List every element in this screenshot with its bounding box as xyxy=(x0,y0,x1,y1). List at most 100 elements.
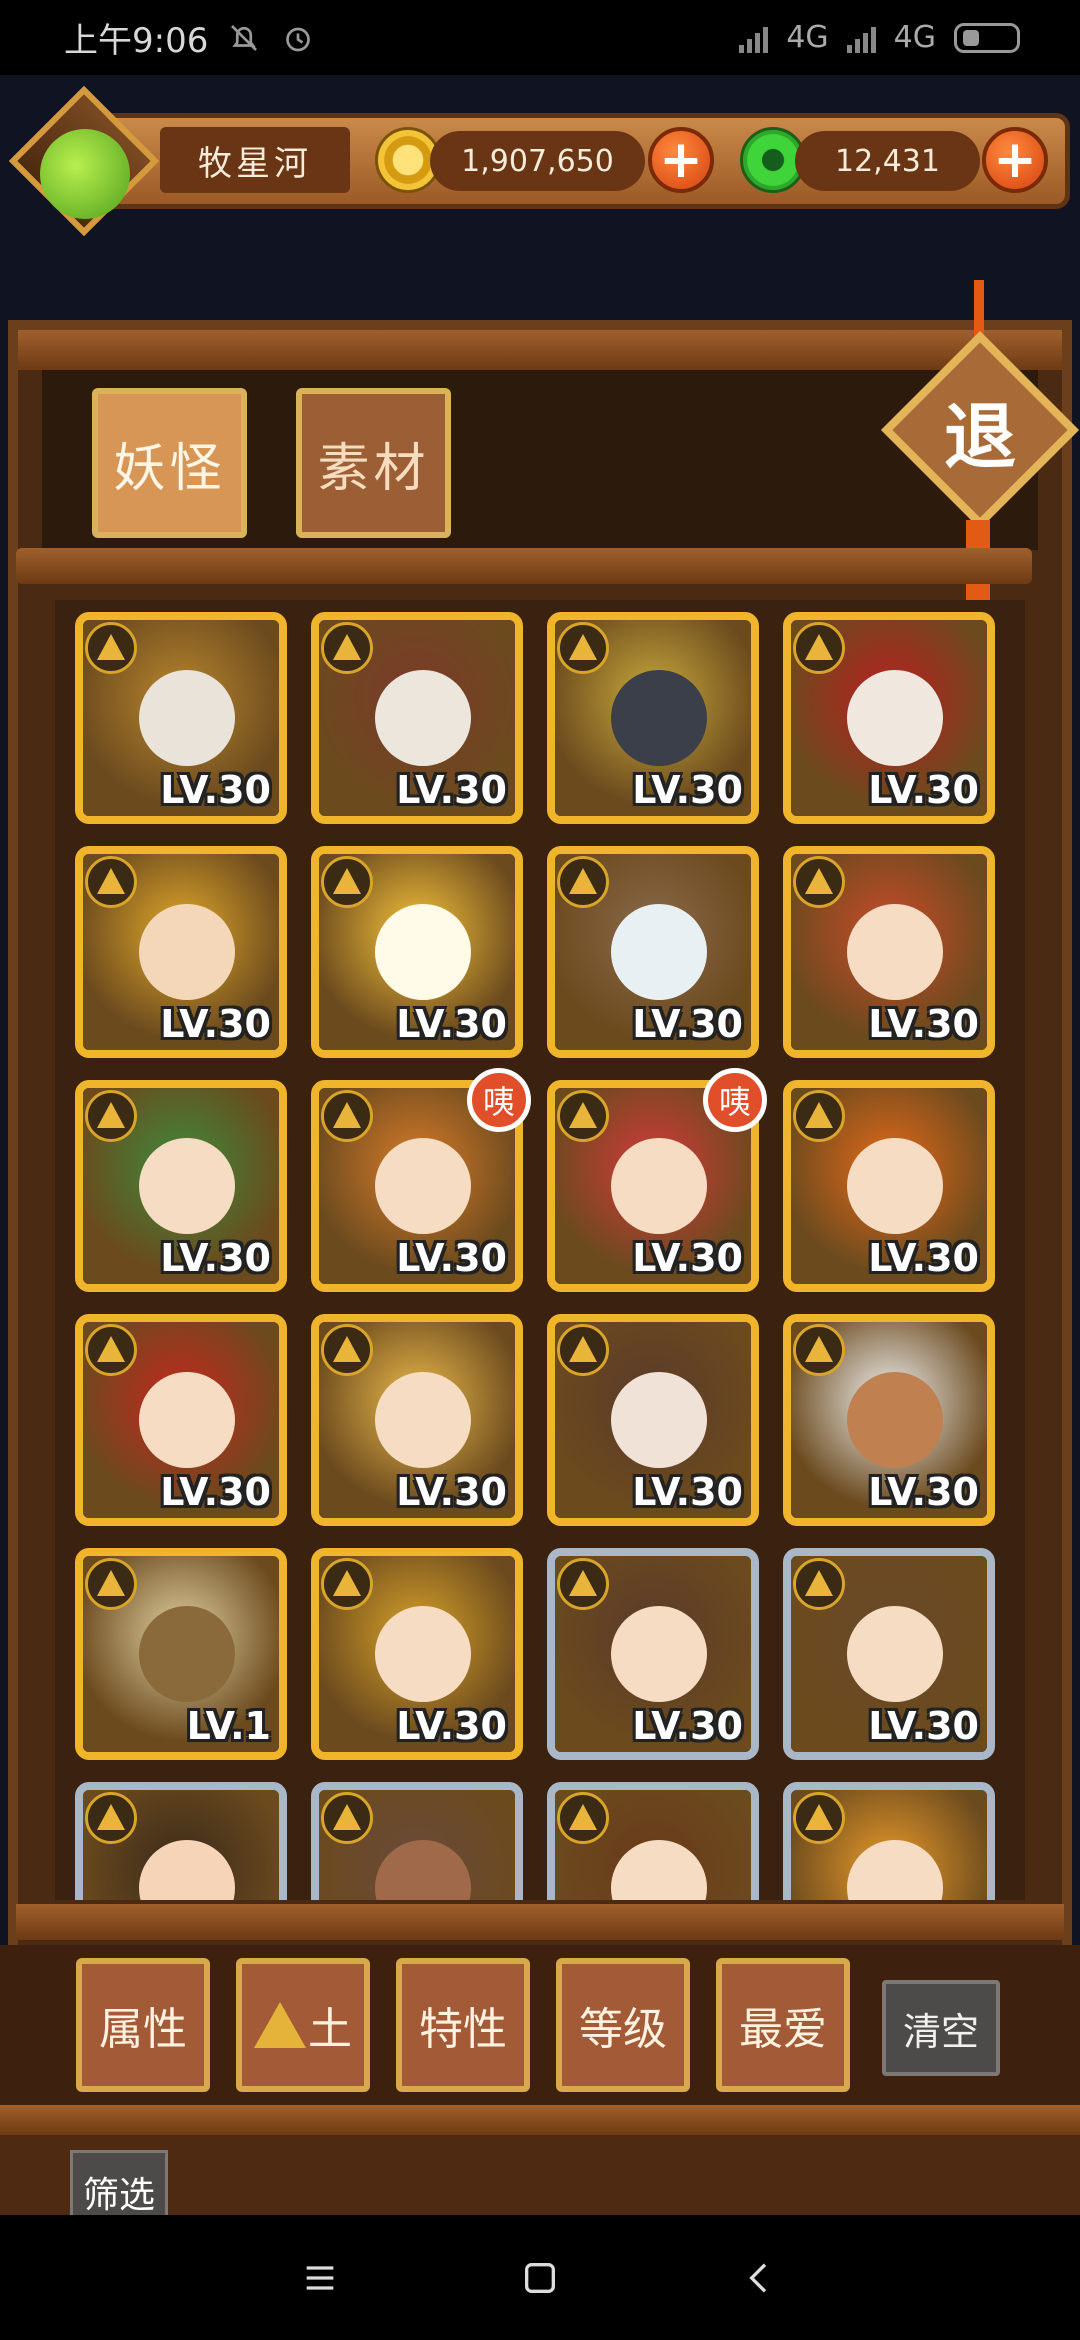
monster-face xyxy=(847,670,943,766)
monster-card[interactable]: LV.30 xyxy=(311,846,523,1058)
monster-card[interactable]: LV.30 xyxy=(547,1314,759,1526)
monster-level: LV.30 xyxy=(160,1002,271,1046)
earth-element-icon xyxy=(85,622,137,674)
monster-face xyxy=(611,904,707,1000)
monster-card[interactable]: LV.30 xyxy=(75,846,287,1058)
tab-monsters[interactable]: 妖怪 xyxy=(92,388,247,538)
earth-element-icon xyxy=(793,856,845,908)
monster-level: LV.30 xyxy=(632,1236,743,1280)
alarm-icon xyxy=(286,27,311,51)
monster-face xyxy=(375,1138,471,1234)
monster-face xyxy=(375,670,471,766)
monster-card[interactable]: LV.30 xyxy=(311,1548,523,1760)
monster-card[interactable] xyxy=(783,1782,995,1900)
earth-element-icon xyxy=(321,856,373,908)
monster-face xyxy=(375,904,471,1000)
filter-element-button[interactable]: 土 xyxy=(236,1958,370,2092)
monster-level: LV.30 xyxy=(396,768,507,812)
menu-icon[interactable] xyxy=(290,2248,350,2308)
filter-trait-button[interactable]: 特性 xyxy=(396,1958,530,2092)
earth-element-icon xyxy=(321,622,373,674)
earth-element-icon xyxy=(793,1324,845,1376)
monster-card[interactable]: LV.30 xyxy=(75,1314,287,1526)
monster-face xyxy=(139,1138,235,1234)
earth-element-icon xyxy=(85,1792,137,1844)
earth-element-icon xyxy=(793,622,845,674)
monster-card[interactable]: LV.30 xyxy=(311,612,523,824)
player-name: 牧星河 xyxy=(160,127,350,193)
monster-card[interactable]: LV.30 xyxy=(783,846,995,1058)
monster-card[interactable]: LV.30 xyxy=(547,846,759,1058)
monster-card[interactable] xyxy=(547,1782,759,1900)
monster-face xyxy=(611,1138,707,1234)
earth-element-icon xyxy=(557,1558,609,1610)
monster-level: LV.30 xyxy=(868,1236,979,1280)
monster-card[interactable]: LV.30 xyxy=(783,1548,995,1760)
earth-element-icon xyxy=(85,1324,137,1376)
monster-card[interactable] xyxy=(311,1782,523,1900)
signal-icon xyxy=(846,23,876,53)
filter-level-button[interactable]: 等级 xyxy=(556,1958,690,2092)
exit-button[interactable]: 退 xyxy=(880,330,1080,530)
monster-face xyxy=(847,904,943,1000)
resource-bar: 牧星河 1,907,650 + 12,431 + xyxy=(8,85,1070,237)
earth-element-icon xyxy=(85,1090,137,1142)
gold-amount: 1,907,650 xyxy=(430,131,645,191)
monster-face xyxy=(611,1372,707,1468)
monster-face xyxy=(139,904,235,1000)
monster-level: LV.30 xyxy=(868,768,979,812)
monster-level: LV.1 xyxy=(186,1704,271,1748)
add-gold-button[interactable]: + xyxy=(648,127,714,193)
shelf-beam xyxy=(16,548,1032,584)
monster-card[interactable]: LV.1 xyxy=(75,1548,287,1760)
monster-face xyxy=(139,1372,235,1468)
tab-materials[interactable]: 素材 xyxy=(296,388,451,538)
player-avatar[interactable] xyxy=(40,129,130,219)
monster-face xyxy=(611,670,707,766)
monster-level: LV.30 xyxy=(632,768,743,812)
monster-level: LV.30 xyxy=(632,1704,743,1748)
signal-icon xyxy=(739,23,769,53)
bell-muted-icon xyxy=(231,24,258,51)
earth-element-icon xyxy=(793,1792,845,1844)
monster-card[interactable]: LV.30 xyxy=(783,1314,995,1526)
monster-card[interactable]: LV.30 xyxy=(783,612,995,824)
home-square-icon[interactable] xyxy=(510,2248,570,2308)
monster-card[interactable]: LV.30 xyxy=(547,612,759,824)
clear-filters-button[interactable]: 清空 xyxy=(882,1980,1000,2076)
earth-element-icon xyxy=(557,622,609,674)
monster-face xyxy=(847,1606,943,1702)
monster-level: LV.30 xyxy=(160,768,271,812)
monster-card[interactable] xyxy=(75,1782,287,1900)
monster-list[interactable]: LV.30 LV.30 LV.30 LV.30 LV.30 LV.30 LV.30 LV.30… xyxy=(55,600,1025,1900)
monster-level: LV.30 xyxy=(868,1704,979,1748)
back-chevron-icon[interactable] xyxy=(730,2248,790,2308)
monster-level: LV.30 xyxy=(868,1470,979,1514)
earth-element-icon xyxy=(557,1324,609,1376)
monster-card[interactable]: LV.30 xyxy=(75,612,287,824)
monster-level: LV.30 xyxy=(396,1470,507,1514)
monster-face xyxy=(139,1606,235,1702)
monster-level: LV.30 xyxy=(160,1236,271,1280)
clock: 上午9:06 xyxy=(64,21,209,61)
monster-card[interactable]: LV.30 xyxy=(547,1548,759,1760)
network-type-2: 4G xyxy=(893,20,936,55)
filter-attribute-button[interactable]: 属性 xyxy=(76,1958,210,2092)
filter-favorite-button[interactable]: 最爱 xyxy=(716,1958,850,2092)
earth-element-icon xyxy=(85,856,137,908)
monster-face xyxy=(847,1372,943,1468)
monster-card[interactable]: LV.30 xyxy=(783,1080,995,1292)
earth-element-icon xyxy=(557,1792,609,1844)
monster-face xyxy=(611,1606,707,1702)
monster-face xyxy=(375,1372,471,1468)
monster-level: LV.30 xyxy=(396,1002,507,1046)
monster-card[interactable]: LV.30 xyxy=(311,1314,523,1526)
status-bar: 上午9:06 4G 4G xyxy=(0,0,1080,75)
monster-level: LV.30 xyxy=(160,1470,271,1514)
earth-element-icon xyxy=(557,856,609,908)
earth-element-icon xyxy=(321,1792,373,1844)
add-jade-button[interactable]: + xyxy=(982,127,1048,193)
monster-card[interactable]: LV.30 xyxy=(75,1080,287,1292)
filter-bottom-beam xyxy=(0,2105,1080,2135)
system-nav-bar xyxy=(0,2215,1080,2340)
